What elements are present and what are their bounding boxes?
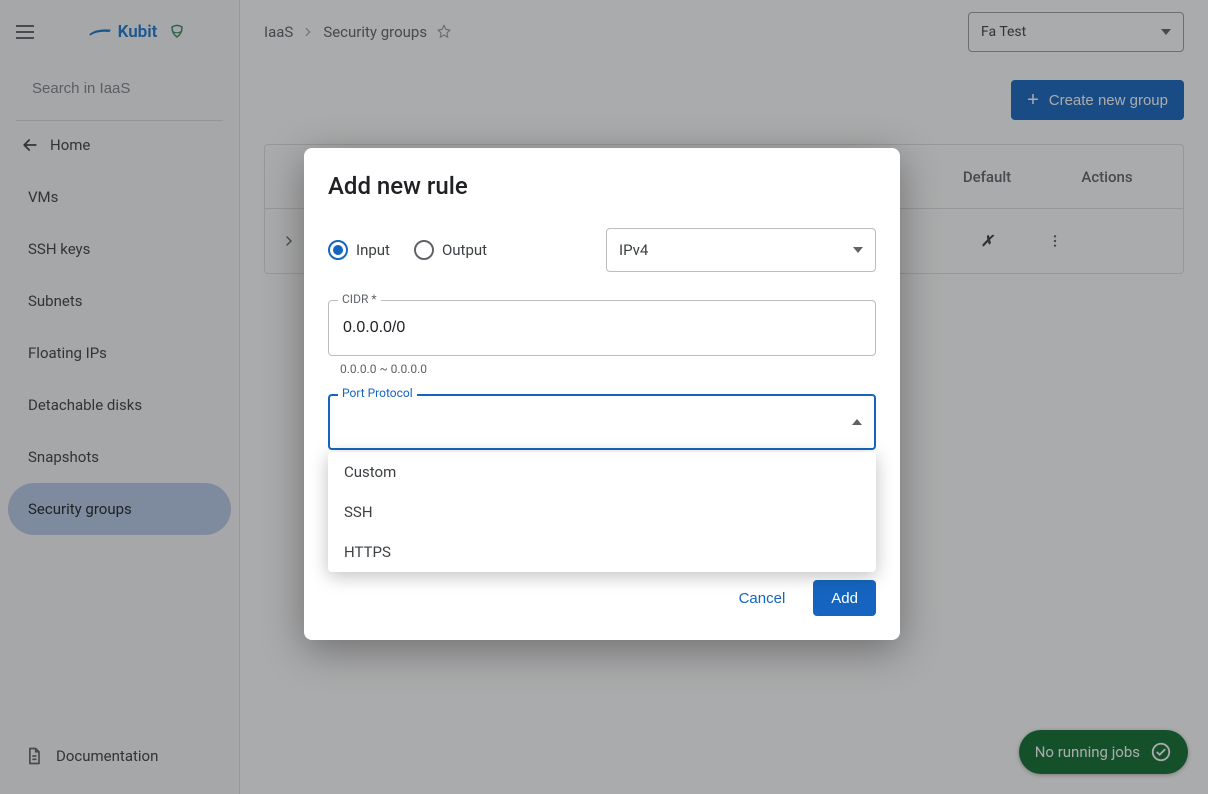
dropdown-item-custom[interactable]: Custom: [328, 452, 876, 492]
ip-version-select[interactable]: IPv4: [606, 228, 876, 272]
cidr-field: CIDR * 0.0.0.0 ~ 0.0.0.0: [328, 300, 876, 376]
dropdown-item-ssh[interactable]: SSH: [328, 492, 876, 532]
radio-output-label: Output: [442, 241, 487, 259]
cidr-input[interactable]: [328, 300, 876, 356]
direction-row: Input Output IPv4: [328, 228, 876, 272]
cidr-label: CIDR *: [338, 292, 381, 306]
cancel-button[interactable]: Cancel: [729, 582, 796, 615]
port-protocol-label: Port Protocol: [338, 386, 417, 400]
dropdown-item-label: SSH: [344, 503, 373, 521]
chevron-down-icon: [853, 247, 863, 253]
add-button[interactable]: Add: [813, 580, 876, 616]
ip-version-value: IPv4: [619, 241, 648, 259]
direction-radio-group: Input Output: [328, 240, 487, 260]
radio-circle-icon: [414, 240, 434, 260]
port-protocol-select[interactable]: [328, 394, 876, 450]
radio-input-label: Input: [356, 241, 390, 259]
port-protocol-field: Port Protocol Custom SSH HTTPS: [328, 394, 876, 450]
port-protocol-dropdown: Custom SSH HTTPS: [328, 452, 876, 572]
add-label: Add: [831, 590, 858, 607]
chevron-up-icon: [852, 419, 862, 425]
dropdown-item-label: HTTPS: [344, 543, 391, 561]
dropdown-item-https[interactable]: HTTPS: [328, 532, 876, 572]
dialog-actions: Cancel Add: [328, 580, 876, 616]
radio-input[interactable]: Input: [328, 240, 390, 260]
add-rule-dialog: Add new rule Input Output IPv4 CIDR * 0.…: [304, 148, 900, 640]
cancel-label: Cancel: [739, 590, 786, 607]
radio-circle-icon: [328, 240, 348, 260]
cidr-helper: 0.0.0.0 ~ 0.0.0.0: [328, 356, 876, 376]
radio-output[interactable]: Output: [414, 240, 487, 260]
dialog-title: Add new rule: [328, 172, 876, 200]
dropdown-item-label: Custom: [344, 463, 396, 481]
